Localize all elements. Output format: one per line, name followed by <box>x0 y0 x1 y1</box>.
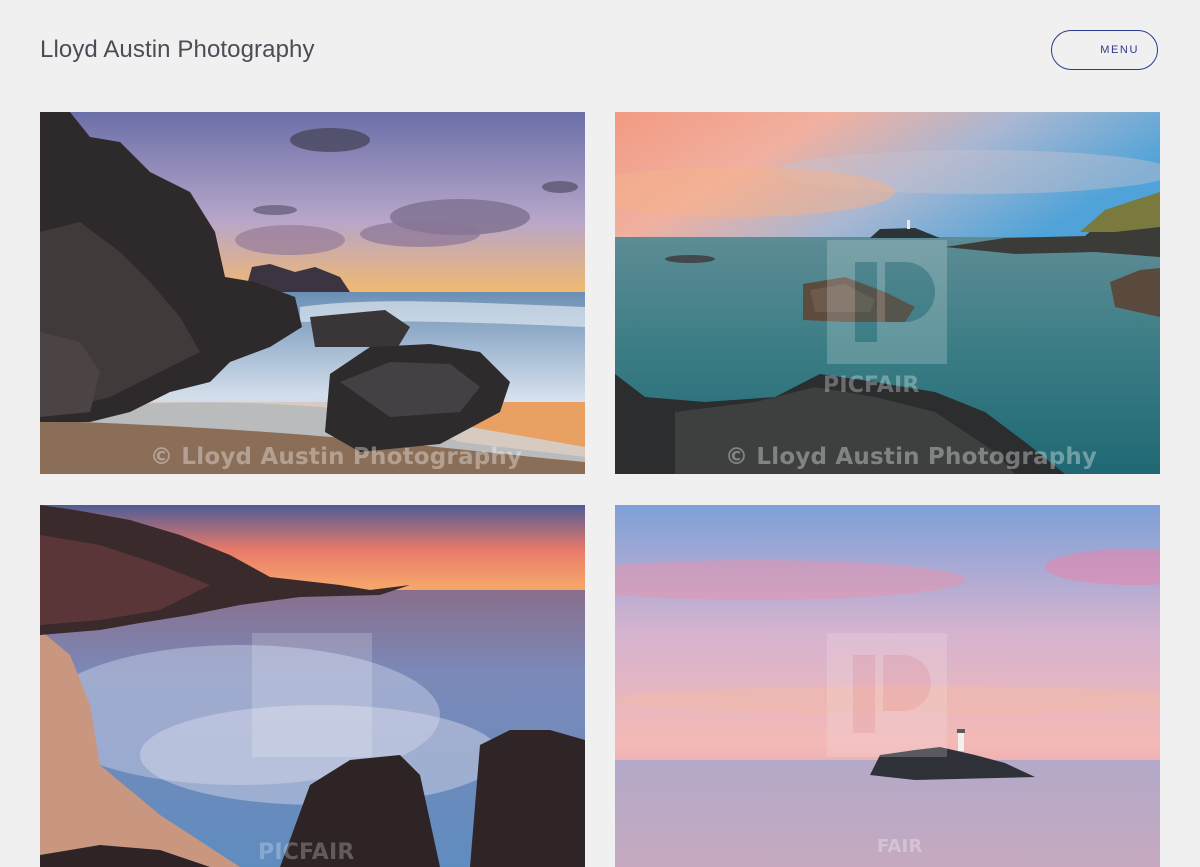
photo-2-image <box>615 112 1160 474</box>
photo-watermark: © Lloyd Austin Photography <box>725 444 1098 470</box>
gallery-photo-4[interactable]: FAIR <box>615 505 1160 867</box>
gallery-photo-1[interactable]: © Lloyd Austin Photography <box>40 112 585 474</box>
gallery-photo-2[interactable]: © Lloyd Austin Photography PICFAIR <box>615 112 1160 474</box>
menu-button[interactable]: MENU <box>1051 30 1158 70</box>
gallery-photo-3[interactable]: PICFAIR <box>40 505 585 867</box>
picfair-logo-text: FAIR <box>877 836 923 857</box>
photo-3-image <box>40 505 585 867</box>
photo-4-image <box>615 505 1160 867</box>
picfair-logo-text: PICFAIR <box>823 373 920 398</box>
site-header: Lloyd Austin Photography MENU <box>0 0 1200 102</box>
picfair-logo-text: PICFAIR <box>258 840 355 865</box>
site-title-link[interactable]: Lloyd Austin Photography <box>40 36 315 64</box>
photo-watermark: © Lloyd Austin Photography <box>150 444 523 470</box>
photo-1-image <box>40 112 585 474</box>
